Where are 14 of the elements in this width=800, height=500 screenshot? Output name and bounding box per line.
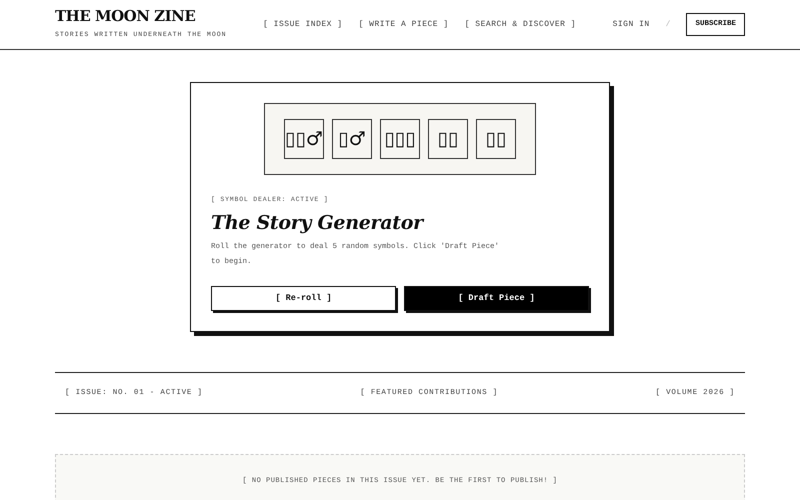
symbol-tile: ▯▯♂	[284, 119, 324, 159]
symbol-tile: ▯▯	[476, 119, 516, 159]
site-logo[interactable]: THE MOON ZINE	[55, 9, 227, 24]
draft-button[interactable]: [ Draft Piece ]	[404, 286, 589, 312]
nav-link[interactable]: [ SEARCH & DISCOVER ]	[464, 18, 576, 30]
symbol-tile: ▯♂	[332, 119, 372, 159]
nav-link[interactable]: [ WRITE A PIECE ]	[358, 18, 449, 30]
symbol-tile: ▯▯▯	[380, 119, 420, 159]
sign-in-link[interactable]: SIGN IN	[612, 18, 650, 30]
separator: /	[666, 18, 670, 30]
generator-title: The Story Generator	[211, 210, 426, 236]
nav-link[interactable]: [ ISSUE INDEX ]	[263, 18, 343, 30]
symbol-tile: ▯▯	[428, 119, 468, 159]
reroll-button[interactable]: [ Re-roll ]	[211, 286, 396, 312]
